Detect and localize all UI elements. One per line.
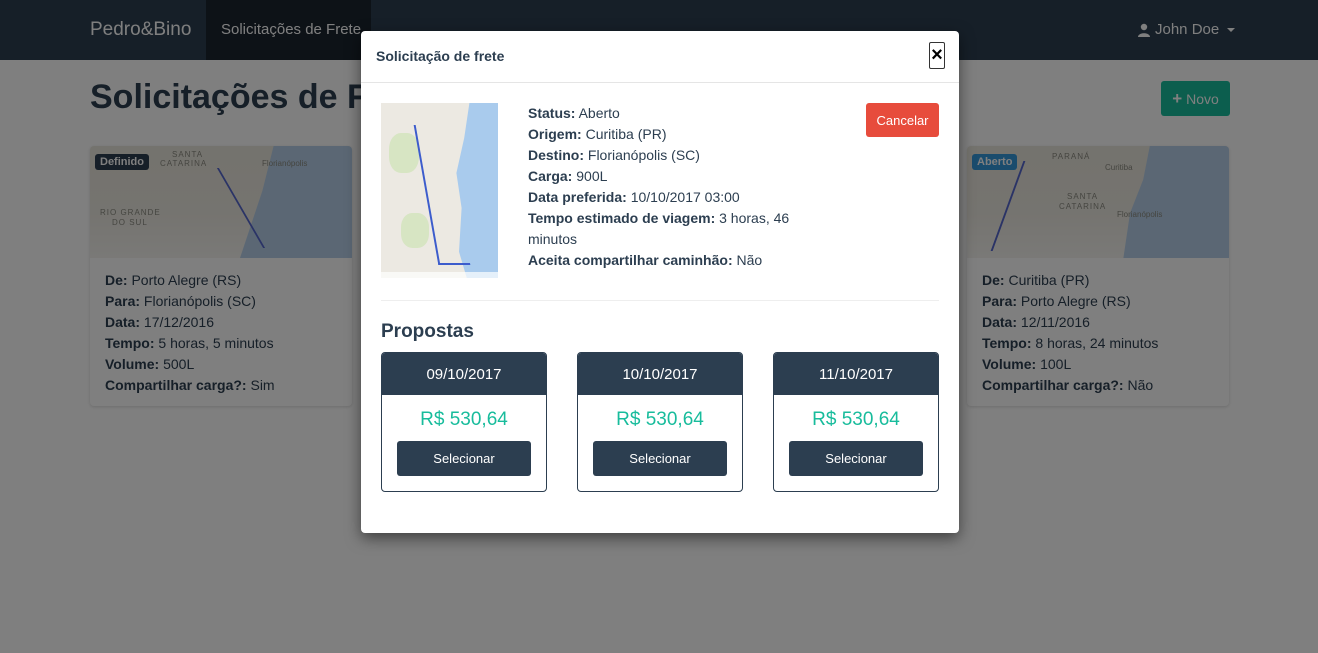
map-footer <box>381 272 498 278</box>
modal-title: Solicitação de frete <box>376 48 505 64</box>
proposal-date: 11/10/2017 <box>774 353 938 395</box>
proposal-card: 09/10/2017 R$ 530,64 Selecionar <box>381 352 547 492</box>
proposal-price: R$ 530,64 <box>616 409 704 430</box>
route-map-image <box>381 103 498 278</box>
detail-origin: Origem: Curitiba (PR) <box>528 126 667 142</box>
proposal-card: 11/10/2017 R$ 530,64 Selecionar <box>773 352 939 492</box>
detail-destination: Destino: Florianópolis (SC) <box>528 147 700 163</box>
select-proposal-button[interactable]: Selecionar <box>593 441 727 476</box>
proposal-card: 10/10/2017 R$ 530,64 Selecionar <box>577 352 743 492</box>
proposal-price: R$ 530,64 <box>420 409 508 430</box>
modal-header: Solicitação de frete × <box>361 31 959 83</box>
map-terrain <box>401 213 429 248</box>
detail-estimated-time: Tempo estimado de viagem: 3 horas, 46 mi… <box>528 210 790 247</box>
proposal-date: 09/10/2017 <box>382 353 546 395</box>
detail-status: Status: Aberto <box>528 105 620 121</box>
map-terrain <box>389 133 419 173</box>
select-proposal-button[interactable]: Selecionar <box>789 441 923 476</box>
proposal-date: 10/10/2017 <box>578 353 742 395</box>
detail-cargo: Carga: 900L <box>528 168 608 184</box>
cancel-button[interactable]: Cancelar <box>866 103 939 137</box>
proposal-price: R$ 530,64 <box>812 409 900 430</box>
proposals-title: Propostas <box>381 321 474 342</box>
request-details: Status: Aberto Origem: Curitiba (PR) Des… <box>528 103 818 271</box>
detail-share-truck: Aceita compartilhar caminhão: Não <box>528 252 763 268</box>
close-button[interactable]: × <box>929 42 945 69</box>
divider <box>381 300 939 301</box>
freight-request-modal: Solicitação de frete × Status: Aberto Or… <box>361 31 959 533</box>
close-icon: × <box>931 44 943 66</box>
detail-preferred-date: Data preferida: 10/10/2017 03:00 <box>528 189 740 205</box>
select-proposal-button[interactable]: Selecionar <box>397 441 531 476</box>
